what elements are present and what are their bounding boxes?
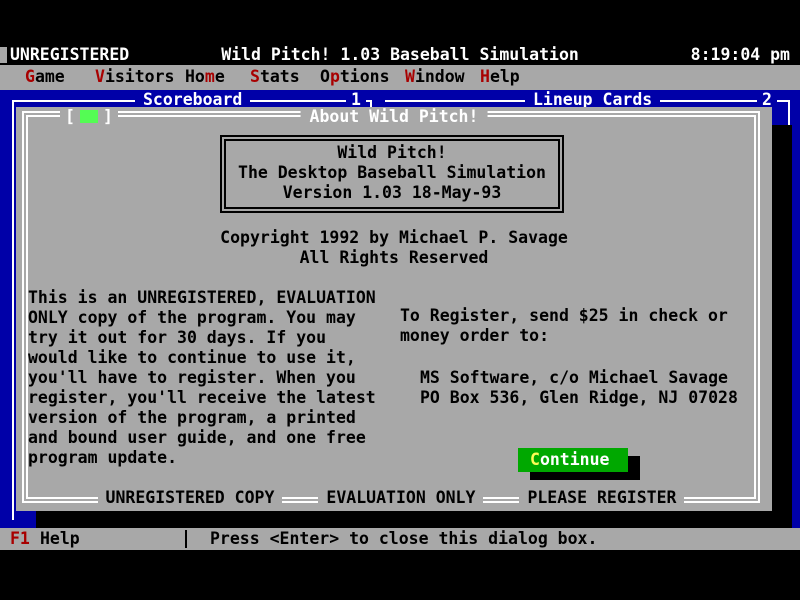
status-separator bbox=[185, 530, 187, 548]
dialog-footer: UNREGISTERED COPY EVALUATION ONLY PLEASE… bbox=[16, 488, 766, 508]
copyright-text: Copyright 1992 by Michael P. Savage All … bbox=[16, 228, 772, 268]
about-dialog: [] About Wild Pitch! Wild Pitch! The Des… bbox=[16, 107, 772, 511]
close-icon bbox=[80, 110, 98, 123]
menu-item-home[interactable]: Home bbox=[185, 67, 225, 87]
footer-please-register: PLEASE REGISTER bbox=[519, 488, 684, 508]
clock: 8:19:04 pm bbox=[691, 45, 790, 65]
dos-screen: UNREGISTERED Wild Pitch! 1.03 Baseball S… bbox=[0, 0, 800, 600]
app-title-bar: UNREGISTERED Wild Pitch! 1.03 Baseball S… bbox=[0, 45, 800, 65]
close-button[interactable]: [] bbox=[60, 107, 118, 127]
evaluation-notice-text: This is an UNREGISTERED, EVALUATION ONLY… bbox=[28, 288, 376, 468]
menu-item-options[interactable]: Options bbox=[320, 67, 390, 87]
app-title: Wild Pitch! 1.03 Baseball Simulation bbox=[0, 45, 800, 65]
menu-item-stats[interactable]: Stats bbox=[250, 67, 300, 87]
status-message: Press <Enter> to close this dialog box. bbox=[210, 529, 597, 549]
f1-key-label[interactable]: F1 bbox=[10, 529, 30, 549]
menu-item-game[interactable]: Game bbox=[25, 67, 65, 87]
menu-item-help[interactable]: Help bbox=[480, 67, 520, 87]
continue-button[interactable]: Continue bbox=[518, 448, 628, 472]
menu-item-window[interactable]: Window bbox=[405, 67, 465, 87]
register-address: MS Software, c/o Michael Savage PO Box 5… bbox=[420, 368, 738, 408]
scoreboard-window-left-border bbox=[12, 100, 14, 520]
program-info-box: Wild Pitch! The Desktop Baseball Simulat… bbox=[220, 135, 564, 213]
dialog-title: About Wild Pitch! bbox=[301, 107, 488, 127]
menu-bar: Game Visitors Home Stats Options Window … bbox=[0, 65, 800, 90]
menu-item-visitors[interactable]: Visitors bbox=[95, 67, 174, 87]
help-label[interactable]: Help bbox=[40, 529, 80, 549]
status-bar: F1 Help Press <Enter> to close this dial… bbox=[0, 528, 800, 550]
footer-evaluation-only: EVALUATION ONLY bbox=[318, 488, 483, 508]
register-instructions: To Register, send $25 in check or money … bbox=[400, 306, 728, 346]
footer-unregistered-copy: UNREGISTERED COPY bbox=[98, 488, 283, 508]
desktop: Scoreboard 1 Lineup Cards 2 [] About Wil… bbox=[0, 90, 800, 528]
